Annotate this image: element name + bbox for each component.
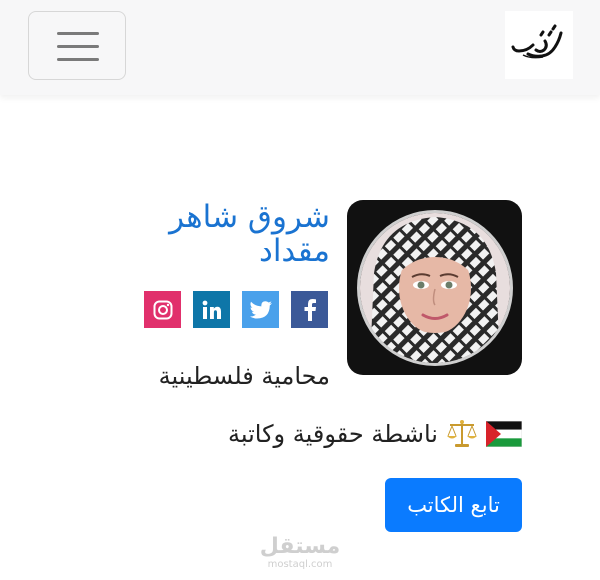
- linkedin-icon: [202, 300, 221, 319]
- watermark-arabic: مستقل: [259, 534, 341, 559]
- twitter-button[interactable]: [242, 291, 279, 328]
- hamburger-menu-icon: [57, 32, 99, 35]
- linkedin-button[interactable]: [193, 291, 230, 328]
- watermark: مستقل mostaql.com: [248, 535, 352, 571]
- profile-name: شروق شاهر: [169, 199, 330, 235]
- instagram-button[interactable]: [144, 291, 181, 328]
- bio-line: ناشطة حقوقية وكاتبة: [120, 417, 522, 451]
- avatar: [357, 210, 513, 366]
- facebook-button[interactable]: [291, 291, 328, 328]
- top-navbar: [0, 0, 600, 95]
- profile-name-second-line: مقداد: [259, 233, 330, 269]
- navbar-toggler-button[interactable]: [28, 11, 126, 80]
- facebook-icon: [304, 298, 316, 321]
- twitter-icon: [249, 300, 272, 318]
- scales-icon: [447, 420, 477, 447]
- job-title: محامية فلسطينية: [158, 362, 330, 390]
- follow-writer-button[interactable]: تابع الكاتب: [385, 478, 522, 532]
- palestine-flag-icon: [486, 421, 522, 447]
- watermark-url: mostaql.com: [267, 559, 333, 570]
- site-logo[interactable]: [505, 11, 573, 79]
- bio-text: ناشطة حقوقية وكاتبة: [228, 420, 438, 448]
- instagram-icon: [153, 300, 172, 319]
